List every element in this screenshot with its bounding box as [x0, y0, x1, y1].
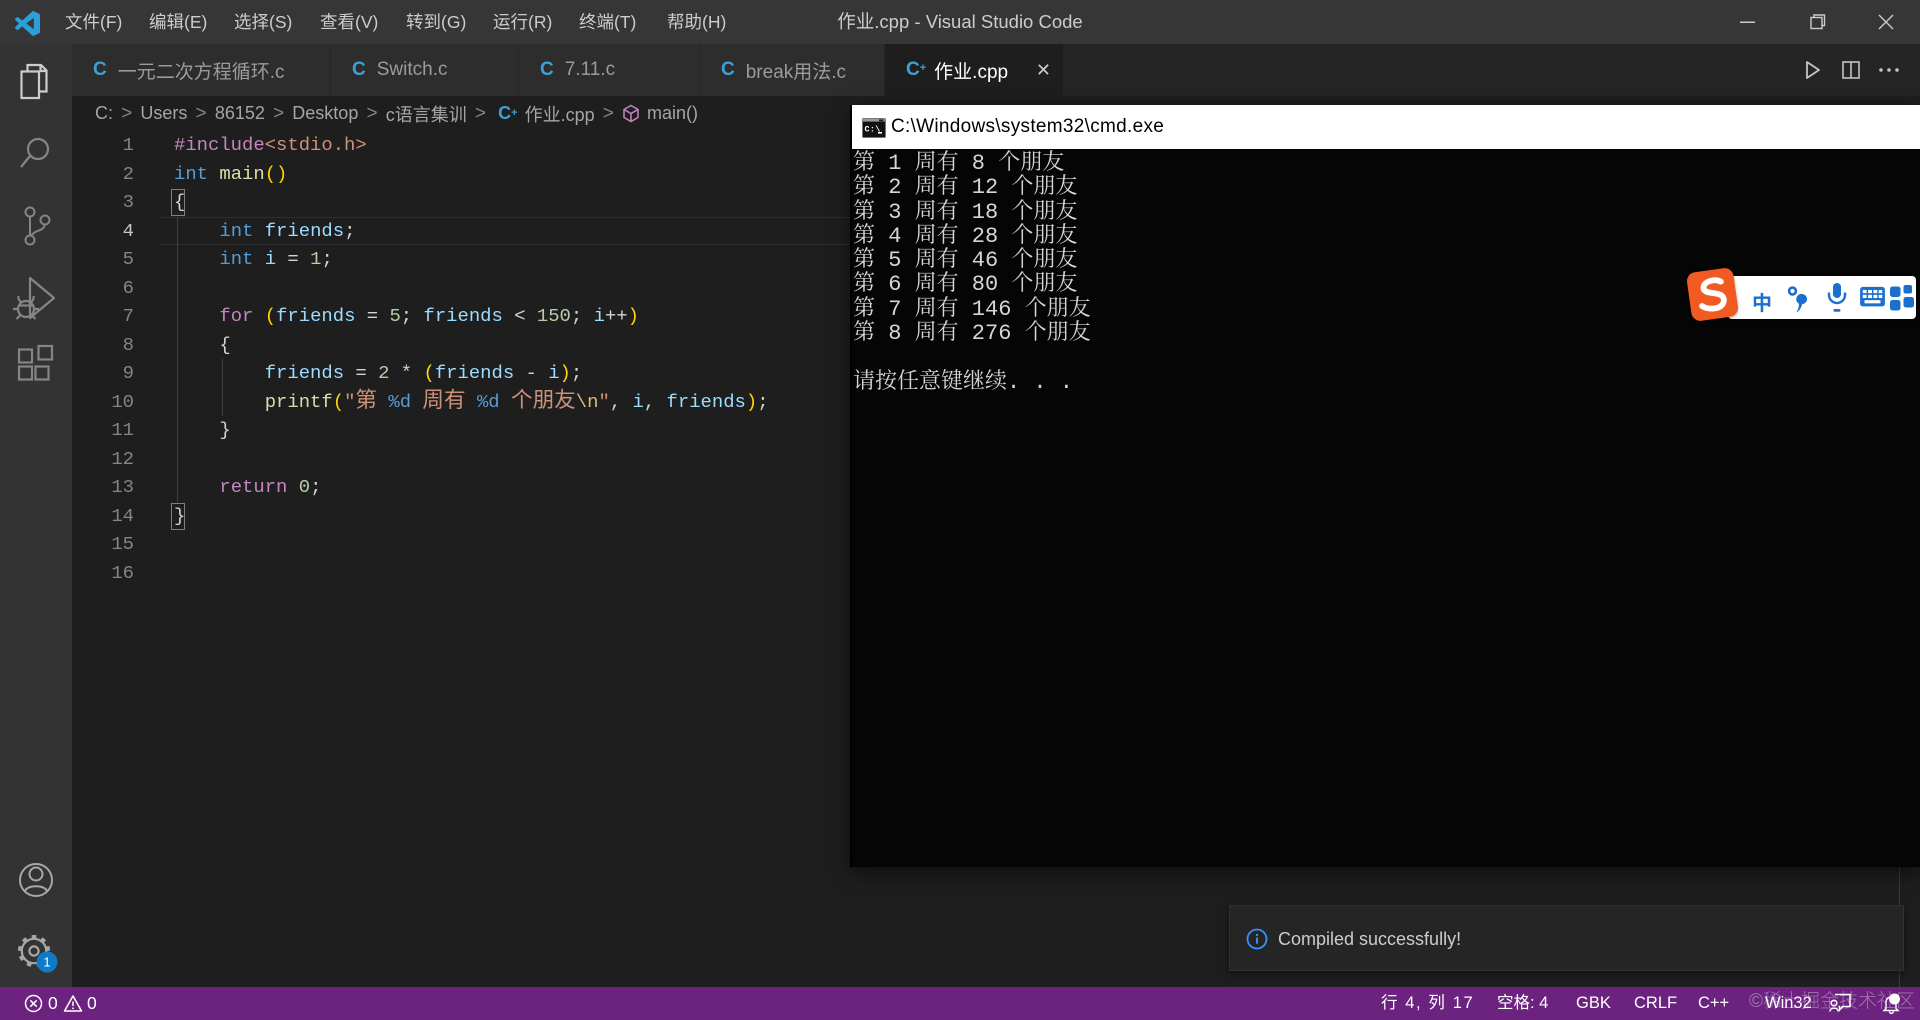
svg-text:1: 1	[43, 955, 50, 970]
